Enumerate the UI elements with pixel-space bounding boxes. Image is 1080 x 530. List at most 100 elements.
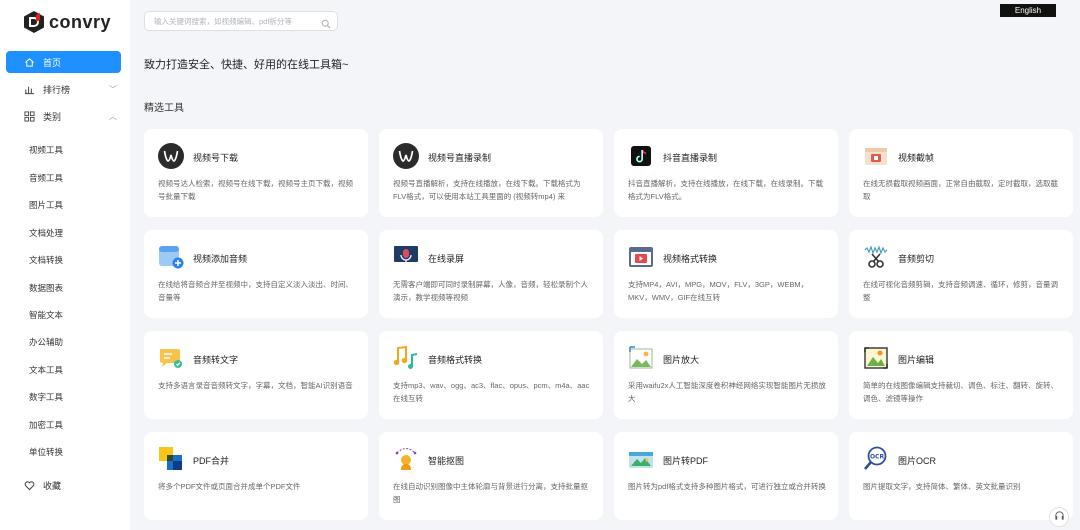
tool-card[interactable]: 图片转PDF 图片转为pdf格式支持多种图片格式，可进行独立或合并转换 [614, 432, 838, 520]
image-edit-icon [863, 345, 889, 371]
tool-card-title: 视频截帧 [898, 153, 935, 163]
tool-card-description: 支持mp3、wav、ogg、ac3、flac、opus、pcm、m4a、aac在… [393, 381, 590, 403]
category-office-assist[interactable]: 办公辅助 [29, 336, 63, 348]
category-data-charts[interactable]: 数据图表 [29, 282, 63, 294]
section-title: 精选工具 [144, 103, 184, 114]
brand-name: convry [49, 11, 112, 32]
tool-card-title: PDF合并 [193, 456, 230, 466]
nav-item-categories[interactable]: 类别 ︿ [6, 105, 121, 127]
help-button[interactable] [1049, 507, 1069, 527]
tool-card-description: 在线自动识别图像中主体轮廓与背景进行分离，支持批量抠图 [393, 482, 588, 504]
brand-logo[interactable]: convry [22, 9, 111, 35]
category-document-processing[interactable]: 文档处理 [29, 227, 63, 239]
tool-card-title: 图片放大 [663, 355, 700, 365]
tool-card[interactable]: 视频截帧在线无损截取视频画面，正常自由截取，定时截取，选取截取 [849, 129, 1073, 217]
tool-card[interactable]: 视频号直播录制视频号直播解析，支持在线播放，在线下载。下载格式为FLV格式，可以… [379, 129, 603, 217]
tool-card-description: 简单的在线图像编辑支持裁切、调色、标注、翻转、旋转、调色、滤镜等操作 [863, 381, 1058, 403]
search-input[interactable] [154, 16, 314, 26]
tool-card[interactable]: OCR 图片OCR 图片提取文字，支持简体、繁体、英文批量识别 [849, 432, 1073, 520]
language-button[interactable]: English [1000, 4, 1056, 17]
tool-card[interactable]: 视频添加音频在线给将音频合并至视频中，支持自定义淡入淡出、时间、音量等 [144, 230, 368, 318]
category-unit-conversion[interactable]: 单位转换 [29, 446, 63, 458]
screen-record-icon [393, 244, 419, 270]
tool-card[interactable]: 音频转文字支持多语言录音音频转文字，字幕，文档，智能AI识别语音 [144, 331, 368, 419]
chevron-down-icon: ﹀ [109, 84, 117, 94]
video-add-audio-icon [158, 244, 184, 270]
video-frame-icon [863, 143, 889, 169]
tool-card-title: 视频号下载 [193, 153, 239, 163]
tool-card[interactable]: 图片编辑简单的在线图像编辑支持裁切、调色、标注、翻转、旋转、调色、滤镜等操作 [849, 331, 1073, 419]
pdf-merge-icon [158, 446, 184, 472]
tool-card[interactable]: 图片放大采用waifu2x人工智能深度卷积神经网络实现智能图片无损放大 [614, 331, 838, 419]
heart-icon [23, 479, 35, 491]
tool-card-title: 音频转文字 [193, 355, 239, 365]
tiktok-icon [628, 143, 654, 169]
smart-cutout-icon [393, 446, 419, 472]
category-document-conversion[interactable]: 文档转换 [29, 254, 63, 266]
category-smart-text[interactable]: 智能文本 [29, 309, 63, 321]
tool-card[interactable]: 音频剪切在线可视化音频剪辑，支持音频调速、循环，修剪，音量调整 [849, 230, 1073, 318]
tool-card-description: 视频号直播解析，支持在线播放，在线下载。下载格式为FLV格式，可以使用本站工具里… [393, 179, 581, 201]
category-video-tools[interactable]: 视频工具 [29, 144, 63, 156]
tool-card[interactable]: 视频号下载视频号达人检索，视频号在线下载，视频号主页下载，视频号批量下载 [144, 129, 368, 217]
ocr-icon: OCR [863, 446, 889, 472]
tool-card-title: 在线录屏 [428, 254, 465, 264]
wechat-channels-icon [393, 143, 419, 169]
tool-card[interactable]: 视频格式转换支持MP4，AVI，MPG，MOV，FLV，3GP，WEBM，MKV… [614, 230, 838, 318]
tool-card-description: 在线给将音频合并至视频中，支持自定义淡入淡出、时间、音量等 [158, 280, 353, 302]
tool-card[interactable]: 抖音直播录制抖音直播解析，支持在线播放，在线下载，在线录制。下载格式为FLV格式… [614, 129, 838, 217]
tool-card-description: 在线无损截取视频画面，正常自由截取，定时截取，选取截取 [863, 179, 1058, 201]
sidebar: convry 首页 排行榜 ﹀ 类别 ︿ 视频工具 音频工具 图片工具 文档处理… [0, 0, 130, 530]
tool-card-title: 音频剪切 [898, 254, 935, 264]
nav-item-label: 收藏 [43, 480, 62, 491]
tool-card[interactable]: 音频格式转换支持mp3、wav、ogg、ac3、flac、opus、pcm、m4… [379, 331, 603, 419]
tool-card[interactable]: 智能抠图在线自动识别图像中主体轮廓与背景进行分离，支持批量抠图 [379, 432, 603, 520]
tool-card-title: 图片OCR [898, 456, 936, 466]
nav-item-favorites[interactable]: 收藏 [6, 474, 121, 496]
category-audio-tools[interactable]: 音频工具 [29, 172, 63, 184]
tool-card-title: 视频添加音频 [193, 254, 248, 264]
category-number-tools[interactable]: 数字工具 [29, 391, 63, 403]
search-box[interactable] [144, 11, 338, 31]
nav-item-home[interactable]: 首页 [6, 51, 121, 73]
tool-card-title: 视频格式转换 [663, 254, 718, 264]
nav-item-label: 首页 [43, 57, 62, 68]
tool-card[interactable]: PDF合并将多个PDF文件或页面合并成单个PDF文件 [144, 432, 368, 520]
tool-card-description: 图片提取文字，支持简体、繁体、英文批量识别 [863, 482, 1021, 491]
tool-card-description: 采用waifu2x人工智能深度卷积神经网络实现智能图片无损放大 [628, 381, 826, 403]
category-text-tools[interactable]: 文本工具 [29, 364, 63, 376]
nav-item-ranking[interactable]: 排行榜 ﹀ [6, 78, 121, 100]
tool-card-description: 支持MP4，AVI，MPG，MOV，FLV，3GP，WEBM，MKV，WMV，G… [628, 280, 809, 302]
audio-cut-icon [863, 244, 889, 270]
tool-card-title: 抖音直播录制 [663, 153, 718, 163]
wechat-channels-icon [158, 143, 184, 169]
tool-card-description: 在线可视化音频剪辑，支持音频调速、循环，修剪，音量调整 [863, 280, 1058, 302]
tool-card-description: 视频号达人检索，视频号在线下载，视频号主页下载，视频号批量下载 [158, 179, 353, 201]
video-convert-icon [628, 244, 654, 270]
grid-icon [23, 110, 35, 122]
speech-to-text-icon [158, 345, 184, 371]
tool-card-title: 音频格式转换 [428, 355, 483, 365]
svg-text:OCR: OCR [870, 454, 885, 461]
category-image-tools[interactable]: 图片工具 [29, 199, 63, 211]
tool-card-title: 智能抠图 [428, 456, 465, 466]
tool-card-description: 图片转为pdf格式支持多种图片格式，可进行独立或合并转换 [628, 482, 826, 491]
home-icon [23, 56, 35, 68]
tool-card[interactable]: 在线录屏无需客户端即可同时录制屏幕，人像，音频，轻松录制个人演示，教学视频等视频 [379, 230, 603, 318]
category-encryption-tools[interactable]: 加密工具 [29, 419, 63, 431]
search-icon[interactable] [321, 16, 331, 34]
tool-card-description: 将多个PDF文件或页面合并成单个PDF文件 [158, 482, 301, 491]
tool-card-description: 支持多语言录音音频转文字，字幕，文档，智能AI识别语音 [158, 381, 353, 390]
nav-item-label: 排行榜 [43, 84, 71, 95]
tool-card-title: 视频号直播录制 [428, 153, 492, 163]
bar-chart-icon [23, 83, 35, 95]
tool-card-description: 抖音直播解析，支持在线播放，在线下载，在线录制。下载格式为FLV格式。 [628, 179, 823, 201]
tool-card-description: 无需客户端即可同时录制屏幕，人像，音频，轻松录制个人演示，教学视频等视频 [393, 280, 588, 302]
music-note-icon [393, 345, 419, 371]
headset-icon [1054, 508, 1065, 526]
tool-card-title: 图片编辑 [898, 355, 935, 365]
convry-logo-icon [22, 10, 46, 34]
image-to-pdf-icon [628, 446, 654, 472]
tool-card-title: 图片转PDF [663, 456, 709, 466]
image-enlarge-icon [628, 345, 654, 371]
